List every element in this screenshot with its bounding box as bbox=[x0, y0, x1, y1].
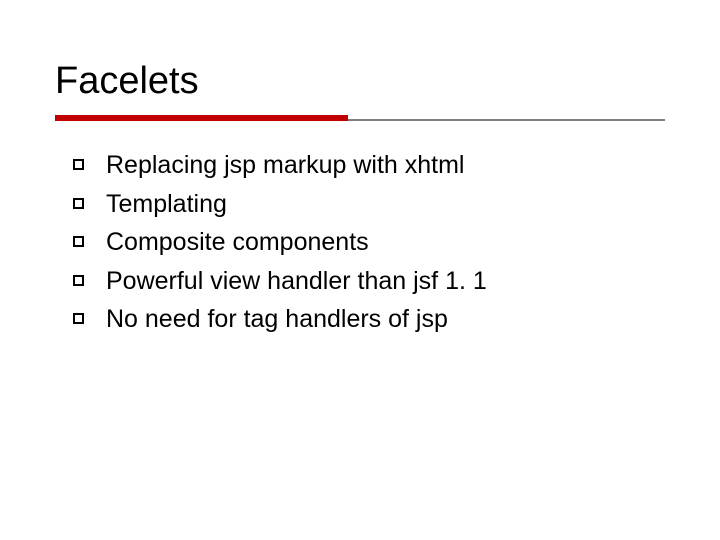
list-item: Powerful view handler than jsf 1. 1 bbox=[73, 265, 665, 298]
list-item: Composite components bbox=[73, 226, 665, 259]
bullet-text: No need for tag handlers of jsp bbox=[106, 303, 448, 336]
underline-divider bbox=[348, 119, 665, 121]
bullet-text: Templating bbox=[106, 188, 227, 221]
bullet-text: Powerful view handler than jsf 1. 1 bbox=[106, 265, 487, 298]
slide-title: Facelets bbox=[55, 60, 665, 103]
list-item: No need for tag handlers of jsp bbox=[73, 303, 665, 336]
bullet-text: Replacing jsp markup with xhtml bbox=[106, 149, 464, 182]
square-bullet-icon bbox=[73, 236, 84, 247]
underline-accent bbox=[55, 115, 348, 121]
bullet-list: Replacing jsp markup with xhtml Templati… bbox=[55, 149, 665, 336]
slide-container: Facelets Replacing jsp markup with xhtml… bbox=[0, 0, 720, 540]
list-item: Replacing jsp markup with xhtml bbox=[73, 149, 665, 182]
square-bullet-icon bbox=[73, 198, 84, 209]
title-underline bbox=[55, 115, 665, 121]
bullet-text: Composite components bbox=[106, 226, 369, 259]
list-item: Templating bbox=[73, 188, 665, 221]
square-bullet-icon bbox=[73, 313, 84, 324]
square-bullet-icon bbox=[73, 275, 84, 286]
square-bullet-icon bbox=[73, 159, 84, 170]
